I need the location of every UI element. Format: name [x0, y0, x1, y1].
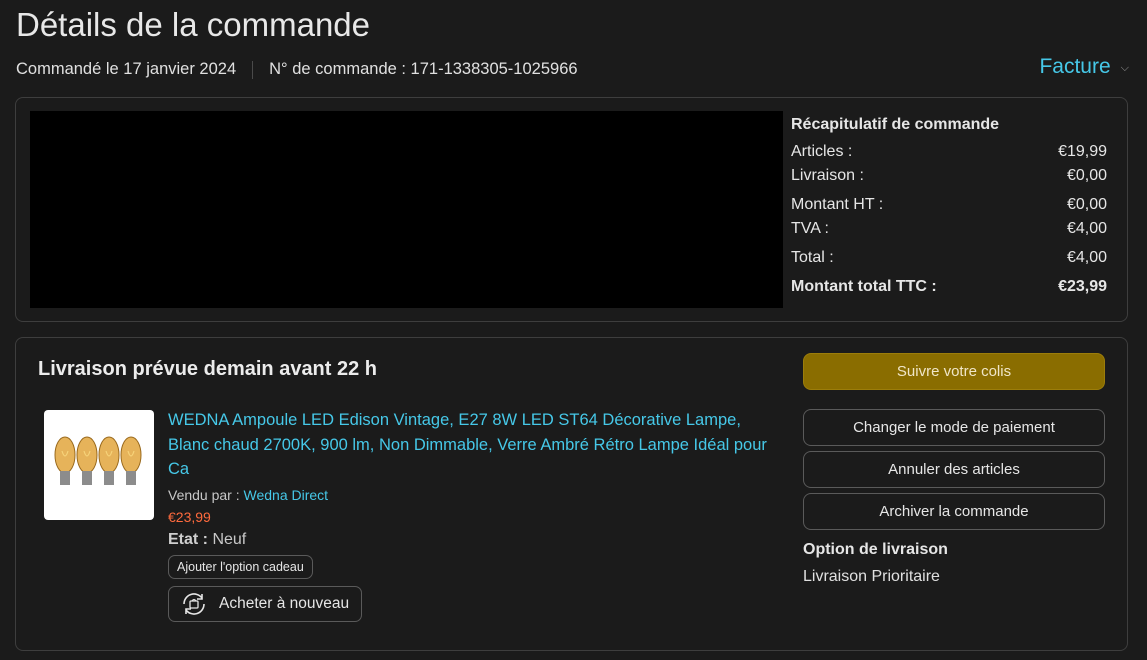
recap-label: Montant HT :: [791, 196, 884, 213]
recap-row-articles: Articles : €19,99: [791, 140, 1107, 164]
recap-value: €0,00: [1066, 196, 1107, 213]
cancel-items-button[interactable]: Annuler des articles: [803, 451, 1105, 488]
meta-divider: [252, 60, 254, 79]
invoice-dropdown[interactable]: Facture ⌵: [1039, 55, 1129, 79]
order-meta: Commandé le 17 janvier 2024 N° de comman…: [16, 60, 578, 79]
recap-label: Total :: [791, 249, 834, 266]
chevron-down-icon: ⌵: [1120, 62, 1129, 74]
add-gift-option-button[interactable]: Ajouter l'option cadeau: [168, 554, 313, 579]
order-date: Commandé le 17 janvier 2024: [16, 60, 237, 78]
recap-label: Articles :: [791, 143, 853, 160]
recap-title: Récapitulatif de commande: [791, 116, 1000, 133]
order-summary-card: Récapitulatif de commande Articles : €19…: [15, 97, 1128, 322]
seller-link[interactable]: Wedna Direct: [244, 487, 329, 503]
order-recap: Récapitulatif de commande Articles : €19…: [791, 116, 1107, 299]
product-price: €23,99: [168, 508, 211, 525]
recap-value: €4,00: [1066, 249, 1107, 266]
redacted-area: [30, 111, 783, 308]
shipment-card: Livraison prévue demain avant 22 h WEDNA…: [15, 337, 1128, 651]
grand-total-label: Montant total TTC :: [791, 278, 937, 295]
seller-line: Vendu par : Wedna Direct: [168, 487, 768, 503]
condition-line: Etat : Neuf: [168, 531, 768, 549]
delivery-status-title: Livraison prévue demain avant 22 h: [38, 358, 378, 380]
condition-value: Neuf: [212, 530, 247, 548]
delivery-option-value: Livraison Prioritaire: [803, 568, 940, 585]
bulbs-illustration: [54, 436, 142, 485]
recap-label: Livraison :: [791, 167, 864, 184]
order-number: N° de commande : 171-1338305-1025966: [269, 60, 578, 78]
recap-row-total: Total : €4,00: [791, 246, 1107, 270]
archive-order-button[interactable]: Archiver la commande: [803, 493, 1105, 530]
buy-again-button[interactable]: Acheter à nouveau: [168, 585, 363, 622]
recap-row-ht: Montant HT : €0,00: [791, 193, 1107, 217]
invoice-label: Facture: [1039, 55, 1111, 78]
delivery-option-title: Option de livraison: [803, 541, 948, 558]
recap-value: €4,00: [1066, 220, 1107, 237]
grand-total-value: €23,99: [1058, 278, 1107, 295]
recap-row-tva: TVA : €4,00: [791, 217, 1107, 241]
page-title: Détails de la commande: [16, 6, 371, 43]
recap-row-grand-total: Montant total TTC : €23,99: [791, 275, 1107, 299]
recap-value: €19,99: [1058, 143, 1107, 160]
sold-by-label: Vendu par :: [168, 486, 240, 503]
product-image[interactable]: [44, 410, 154, 520]
rebuy-cycle-icon: [183, 592, 205, 615]
recap-value: €0,00: [1066, 167, 1107, 184]
buy-again-label: Acheter à nouveau: [219, 594, 350, 612]
product-title-link[interactable]: WEDNA Ampoule LED Edison Vintage, E27 8W…: [168, 408, 768, 482]
condition-label: Etat :: [168, 530, 208, 548]
order-actions: Suivre votre colis Changer le mode de pa…: [803, 353, 1106, 586]
track-package-button[interactable]: Suivre votre colis: [803, 353, 1105, 390]
order-details-page: Détails de la commande Commandé le 17 ja…: [0, 0, 1147, 660]
recap-row-shipping: Livraison : €0,00: [791, 164, 1107, 188]
product-info: WEDNA Ampoule LED Edison Vintage, E27 8W…: [168, 408, 768, 622]
change-payment-button[interactable]: Changer le mode de paiement: [803, 409, 1105, 446]
recap-label: TVA :: [791, 220, 829, 237]
